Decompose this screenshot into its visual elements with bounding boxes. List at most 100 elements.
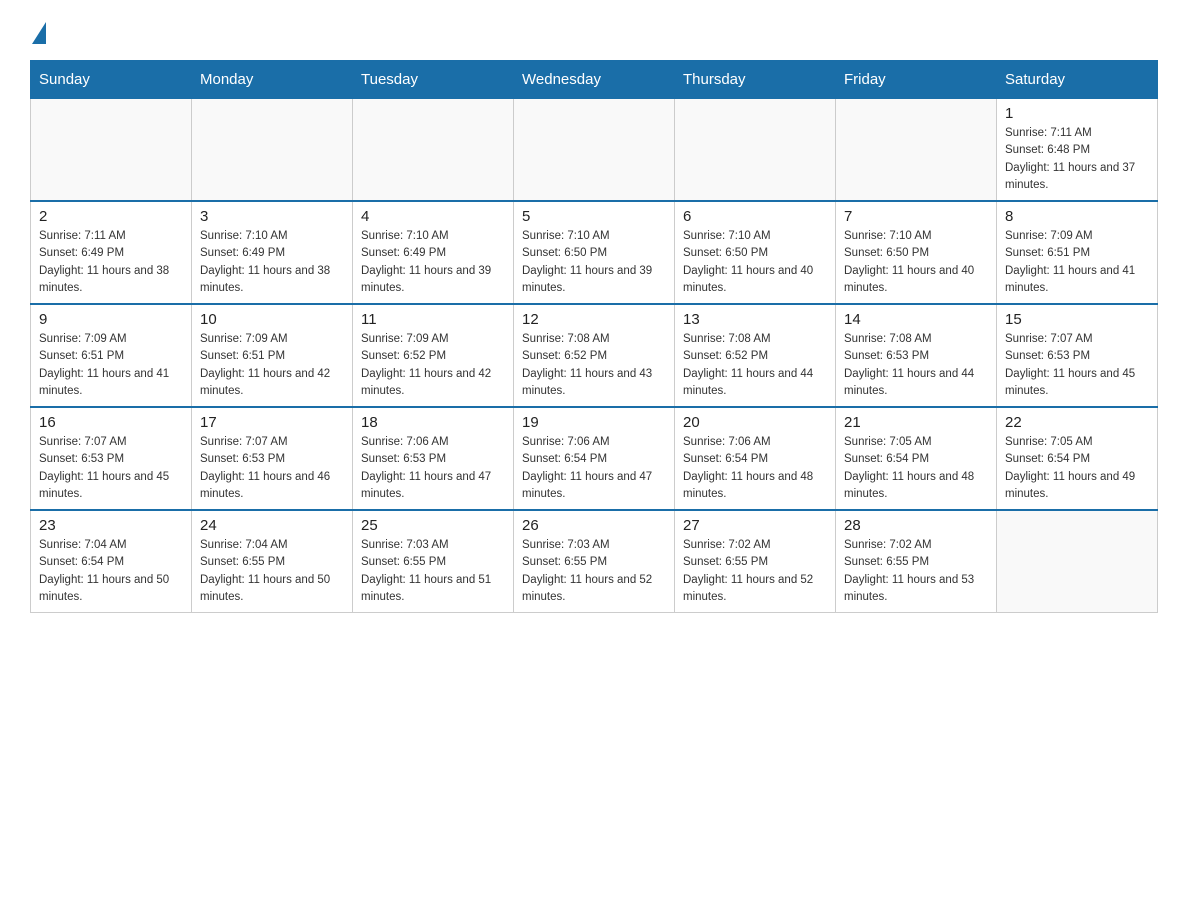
calendar-day: 4 Sunrise: 7:10 AM Sunset: 6:49 PM Daylig… <box>353 201 514 304</box>
calendar-day: 13 Sunrise: 7:08 AM Sunset: 6:52 PM Dayli… <box>675 304 836 407</box>
calendar-table: SundayMondayTuesdayWednesdayThursdayFrid… <box>30 60 1158 613</box>
day-number: 24 <box>200 517 344 534</box>
calendar-week-row: 23 Sunrise: 7:04 AM Sunset: 6:54 PM Dayli… <box>31 510 1158 613</box>
day-info: Sunrise: 7:06 AM Sunset: 6:54 PM Dayligh… <box>683 434 827 503</box>
calendar-day: 25 Sunrise: 7:03 AM Sunset: 6:55 PM Dayli… <box>353 510 514 613</box>
calendar-day: 10 Sunrise: 7:09 AM Sunset: 6:51 PM Dayli… <box>192 304 353 407</box>
page-header <box>30 20 1158 44</box>
calendar-day: 3 Sunrise: 7:10 AM Sunset: 6:49 PM Daylig… <box>192 201 353 304</box>
calendar-day: 20 Sunrise: 7:06 AM Sunset: 6:54 PM Dayli… <box>675 407 836 510</box>
calendar-day: 16 Sunrise: 7:07 AM Sunset: 6:53 PM Dayli… <box>31 407 192 510</box>
day-number: 4 <box>361 208 505 225</box>
day-info: Sunrise: 7:10 AM Sunset: 6:49 PM Dayligh… <box>361 228 505 297</box>
day-info: Sunrise: 7:07 AM Sunset: 6:53 PM Dayligh… <box>39 434 183 503</box>
day-number: 17 <box>200 414 344 431</box>
logo <box>30 20 46 44</box>
day-number: 13 <box>683 311 827 328</box>
calendar-header-thursday: Thursday <box>675 61 836 99</box>
calendar-day <box>997 510 1158 613</box>
day-number: 10 <box>200 311 344 328</box>
calendar-week-row: 2 Sunrise: 7:11 AM Sunset: 6:49 PM Daylig… <box>31 201 1158 304</box>
day-number: 9 <box>39 311 183 328</box>
day-number: 11 <box>361 311 505 328</box>
day-info: Sunrise: 7:09 AM Sunset: 6:51 PM Dayligh… <box>200 331 344 400</box>
calendar-header-friday: Friday <box>836 61 997 99</box>
calendar-week-row: 9 Sunrise: 7:09 AM Sunset: 6:51 PM Daylig… <box>31 304 1158 407</box>
day-number: 5 <box>522 208 666 225</box>
day-info: Sunrise: 7:04 AM Sunset: 6:54 PM Dayligh… <box>39 537 183 606</box>
calendar-day: 27 Sunrise: 7:02 AM Sunset: 6:55 PM Dayli… <box>675 510 836 613</box>
day-info: Sunrise: 7:09 AM Sunset: 6:52 PM Dayligh… <box>361 331 505 400</box>
calendar-day: 26 Sunrise: 7:03 AM Sunset: 6:55 PM Dayli… <box>514 510 675 613</box>
day-number: 16 <box>39 414 183 431</box>
day-number: 23 <box>39 517 183 534</box>
calendar-week-row: 1 Sunrise: 7:11 AM Sunset: 6:48 PM Daylig… <box>31 99 1158 202</box>
calendar-day: 22Sunrise: 7:05 AM Sunset: 6:54 PM Dayli… <box>997 407 1158 510</box>
calendar-header-saturday: Saturday <box>997 61 1158 99</box>
day-number: 2 <box>39 208 183 225</box>
calendar-day: 17 Sunrise: 7:07 AM Sunset: 6:53 PM Dayli… <box>192 407 353 510</box>
day-info: Sunrise: 7:06 AM Sunset: 6:53 PM Dayligh… <box>361 434 505 503</box>
calendar-day: 5 Sunrise: 7:10 AM Sunset: 6:50 PM Daylig… <box>514 201 675 304</box>
day-info: Sunrise: 7:04 AM Sunset: 6:55 PM Dayligh… <box>200 537 344 606</box>
day-number: 20 <box>683 414 827 431</box>
day-number: 18 <box>361 414 505 431</box>
day-info: Sunrise: 7:11 AM Sunset: 6:48 PM Dayligh… <box>1005 125 1149 194</box>
day-info: Sunrise: 7:10 AM Sunset: 6:49 PM Dayligh… <box>200 228 344 297</box>
day-info: Sunrise: 7:02 AM Sunset: 6:55 PM Dayligh… <box>683 537 827 606</box>
day-number: 3 <box>200 208 344 225</box>
calendar-day <box>675 99 836 202</box>
day-number: 25 <box>361 517 505 534</box>
day-info: Sunrise: 7:10 AM Sunset: 6:50 PM Dayligh… <box>844 228 988 297</box>
day-number: 15 <box>1005 311 1149 328</box>
calendar-day: 2 Sunrise: 7:11 AM Sunset: 6:49 PM Daylig… <box>31 201 192 304</box>
day-number: 1 <box>1005 105 1149 122</box>
day-info: Sunrise: 7:03 AM Sunset: 6:55 PM Dayligh… <box>361 537 505 606</box>
calendar-day <box>514 99 675 202</box>
day-number: 8 <box>1005 208 1149 225</box>
calendar-day: 12 Sunrise: 7:08 AM Sunset: 6:52 PM Dayli… <box>514 304 675 407</box>
calendar-day: 1 Sunrise: 7:11 AM Sunset: 6:48 PM Daylig… <box>997 99 1158 202</box>
calendar-day <box>192 99 353 202</box>
calendar-day: 8 Sunrise: 7:09 AM Sunset: 6:51 PM Daylig… <box>997 201 1158 304</box>
calendar-day <box>353 99 514 202</box>
day-info: Sunrise: 7:05 AM Sunset: 6:54 PM Dayligh… <box>844 434 988 503</box>
calendar-day: 9 Sunrise: 7:09 AM Sunset: 6:51 PM Daylig… <box>31 304 192 407</box>
calendar-day: 24 Sunrise: 7:04 AM Sunset: 6:55 PM Dayli… <box>192 510 353 613</box>
calendar-day: 6Sunrise: 7:10 AM Sunset: 6:50 PM Daylig… <box>675 201 836 304</box>
day-number: 28 <box>844 517 988 534</box>
day-info: Sunrise: 7:11 AM Sunset: 6:49 PM Dayligh… <box>39 228 183 297</box>
calendar-week-row: 16 Sunrise: 7:07 AM Sunset: 6:53 PM Dayli… <box>31 407 1158 510</box>
calendar-day: 11 Sunrise: 7:09 AM Sunset: 6:52 PM Dayli… <box>353 304 514 407</box>
day-number: 6 <box>683 208 827 225</box>
day-info: Sunrise: 7:02 AM Sunset: 6:55 PM Dayligh… <box>844 537 988 606</box>
day-number: 27 <box>683 517 827 534</box>
day-number: 7 <box>844 208 988 225</box>
day-number: 21 <box>844 414 988 431</box>
calendar-header-tuesday: Tuesday <box>353 61 514 99</box>
calendar-day: 14 Sunrise: 7:08 AM Sunset: 6:53 PM Dayli… <box>836 304 997 407</box>
day-info: Sunrise: 7:09 AM Sunset: 6:51 PM Dayligh… <box>39 331 183 400</box>
day-number: 12 <box>522 311 666 328</box>
calendar-day <box>31 99 192 202</box>
day-info: Sunrise: 7:05 AM Sunset: 6:54 PM Dayligh… <box>1005 434 1149 503</box>
day-info: Sunrise: 7:06 AM Sunset: 6:54 PM Dayligh… <box>522 434 666 503</box>
day-info: Sunrise: 7:08 AM Sunset: 6:53 PM Dayligh… <box>844 331 988 400</box>
calendar-day: 18 Sunrise: 7:06 AM Sunset: 6:53 PM Dayli… <box>353 407 514 510</box>
calendar-day: 15 Sunrise: 7:07 AM Sunset: 6:53 PM Dayli… <box>997 304 1158 407</box>
calendar-day: 7 Sunrise: 7:10 AM Sunset: 6:50 PM Daylig… <box>836 201 997 304</box>
day-info: Sunrise: 7:08 AM Sunset: 6:52 PM Dayligh… <box>522 331 666 400</box>
calendar-day: 21 Sunrise: 7:05 AM Sunset: 6:54 PM Dayli… <box>836 407 997 510</box>
day-info: Sunrise: 7:09 AM Sunset: 6:51 PM Dayligh… <box>1005 228 1149 297</box>
day-number: 14 <box>844 311 988 328</box>
day-info: Sunrise: 7:10 AM Sunset: 6:50 PM Dayligh… <box>522 228 666 297</box>
day-number: 26 <box>522 517 666 534</box>
calendar-day: 23 Sunrise: 7:04 AM Sunset: 6:54 PM Dayli… <box>31 510 192 613</box>
day-info: Sunrise: 7:07 AM Sunset: 6:53 PM Dayligh… <box>1005 331 1149 400</box>
calendar-day: 19Sunrise: 7:06 AM Sunset: 6:54 PM Dayli… <box>514 407 675 510</box>
day-info: Sunrise: 7:07 AM Sunset: 6:53 PM Dayligh… <box>200 434 344 503</box>
logo-triangle-icon <box>32 22 46 44</box>
day-info: Sunrise: 7:03 AM Sunset: 6:55 PM Dayligh… <box>522 537 666 606</box>
calendar-day <box>836 99 997 202</box>
day-info: Sunrise: 7:08 AM Sunset: 6:52 PM Dayligh… <box>683 331 827 400</box>
